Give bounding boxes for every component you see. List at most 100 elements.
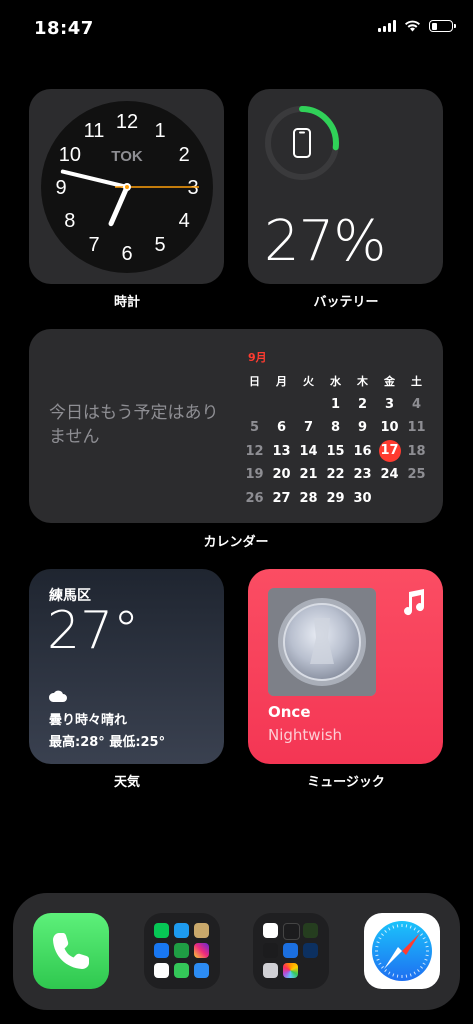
mail-app-icon bbox=[194, 963, 209, 978]
calendar-day: 21 bbox=[299, 467, 318, 483]
calendar-day: 23 bbox=[353, 467, 372, 483]
calendar-day: 27 bbox=[272, 490, 291, 506]
calendar-day: 2 bbox=[357, 396, 368, 412]
calendar-day: 12 bbox=[245, 443, 264, 459]
analog-clock: 12 12 3 45678 9 1011 TOK bbox=[55, 111, 199, 265]
calendar-day: 20 bbox=[272, 467, 291, 483]
photos-app-icon bbox=[283, 963, 298, 978]
mountain-app-icon bbox=[303, 943, 318, 958]
battery-percent: 27% bbox=[264, 209, 386, 274]
weather-label: 天気 bbox=[113, 775, 140, 790]
calendar-day: 9 bbox=[357, 420, 368, 436]
hour-hand bbox=[108, 184, 130, 227]
calendar-widget[interactable]: 今日はもう予定はありません 9月 日月火水木金土 1 2 3 4 5 6 7 8 9 10 11 12 1… bbox=[29, 329, 443, 523]
clock-number: 4 bbox=[179, 210, 190, 232]
album-art[interactable] bbox=[268, 588, 376, 696]
facebook-app-icon bbox=[154, 943, 169, 958]
calendar-label: カレンダー bbox=[203, 535, 269, 550]
calendar-weekday: 木 bbox=[357, 374, 368, 388]
battery-ring bbox=[265, 106, 339, 180]
calendar-day: 13 bbox=[272, 443, 291, 459]
calendar-day: 11 bbox=[407, 420, 426, 436]
app-folder-social[interactable] bbox=[144, 913, 220, 989]
clock-number: 11 bbox=[84, 120, 105, 142]
calendar-day: 24 bbox=[380, 467, 399, 483]
calendar-day: 19 bbox=[245, 467, 264, 483]
calendar-weekday: 水 bbox=[330, 374, 341, 388]
snapseed-app-icon bbox=[263, 923, 278, 938]
cellular-signal-icon bbox=[378, 20, 396, 32]
battery-icon bbox=[429, 20, 456, 32]
calendar-day: 7 bbox=[303, 420, 314, 436]
calendar-day: 3 bbox=[384, 396, 395, 412]
clock-number: 3 bbox=[187, 177, 198, 199]
messages-app-icon bbox=[174, 963, 189, 978]
app-folder-photo[interactable] bbox=[253, 913, 329, 989]
calendar-day: 6 bbox=[276, 420, 287, 436]
calendar-day: 16 bbox=[353, 443, 372, 459]
calendar-day: 30 bbox=[353, 490, 372, 506]
calendar-day: 15 bbox=[326, 443, 345, 459]
album-cover-image bbox=[268, 588, 376, 696]
green-app-icon bbox=[174, 943, 189, 958]
clock-number: 10 bbox=[59, 144, 81, 166]
clock-number: 9 bbox=[55, 177, 66, 199]
calendar-day: 26 bbox=[245, 490, 264, 506]
status-time: 18:47 bbox=[34, 18, 94, 39]
calendar-day: 22 bbox=[326, 467, 345, 483]
status-icons bbox=[378, 20, 456, 32]
clock-number: 2 bbox=[179, 144, 190, 166]
camera-gray-app-icon bbox=[263, 963, 278, 978]
calendar-day: 1 bbox=[330, 396, 341, 412]
files-app-icon bbox=[283, 943, 298, 958]
calendar-weekday: 月 bbox=[276, 374, 287, 388]
calendar-day: 18 bbox=[407, 443, 426, 459]
music-note-icon bbox=[404, 589, 425, 616]
clock-number: 6 bbox=[121, 243, 132, 265]
clock-city: TOK bbox=[111, 148, 143, 165]
calendar-weekday: 金 bbox=[384, 374, 395, 388]
calendar-day: 10 bbox=[380, 420, 399, 436]
clock-number: 1 bbox=[154, 120, 165, 142]
hatena-app-icon bbox=[194, 923, 209, 938]
song-title: Once bbox=[268, 703, 311, 721]
clock-label: 時計 bbox=[113, 295, 140, 310]
instagram-app-icon bbox=[194, 943, 209, 958]
weather-condition: 曇り時々晴れ bbox=[49, 713, 128, 728]
calendar-day: 29 bbox=[326, 490, 345, 506]
calendar-day: 8 bbox=[330, 420, 341, 436]
calendar-month: 9月 bbox=[248, 351, 267, 364]
music-widget[interactable]: Once Nightwish bbox=[248, 569, 443, 764]
clock-widget[interactable]: 12 1 2 3 4 5 6 7 8 9 10 11 TOK bbox=[29, 89, 224, 284]
cloud-icon bbox=[48, 690, 67, 702]
calendar-day: 4 bbox=[411, 396, 422, 412]
calendar-day: 14 bbox=[299, 443, 318, 459]
clock-face: 12 1 2 3 4 5 6 7 8 9 10 11 TOK bbox=[41, 101, 213, 273]
calendar-grid: 日月火水木金土 1 2 3 4 5 6 7 8 9 10 11 12 13 14 15 16 17 18 19 20 21… bbox=[241, 369, 439, 510]
calendar-day: 25 bbox=[407, 467, 426, 483]
calendar-day: 28 bbox=[299, 490, 318, 506]
weather-widget[interactable]: 練馬区 27° 曇り時々晴れ 最高:28° 最低:25° bbox=[29, 569, 224, 764]
clock-number: 8 bbox=[64, 210, 75, 232]
clock-number: 5 bbox=[154, 234, 165, 256]
twitter-app-icon bbox=[174, 923, 189, 938]
clock-number: 7 bbox=[88, 234, 99, 256]
dock bbox=[13, 893, 460, 1010]
compass-app-icon bbox=[154, 963, 169, 978]
phone-icon bbox=[53, 933, 89, 969]
calendar-empty-message: 今日はもう予定はありません bbox=[49, 403, 219, 447]
phone-app-icon[interactable] bbox=[33, 913, 109, 989]
minute-hand bbox=[60, 169, 129, 189]
calendar-weekday: 日 bbox=[249, 374, 260, 388]
leaf-app-icon bbox=[303, 923, 318, 938]
iphone-icon bbox=[293, 128, 311, 158]
dark-app-icon bbox=[263, 943, 278, 958]
safari-app-icon[interactable] bbox=[364, 913, 440, 989]
compass-icon bbox=[372, 921, 432, 981]
battery-widget[interactable]: 27% bbox=[248, 89, 443, 284]
calendar-weekday: 火 bbox=[303, 374, 314, 388]
weather-hi-lo: 最高:28° 最低:25° bbox=[49, 735, 166, 750]
battery-label: バッテリー bbox=[313, 295, 379, 310]
artist-name: Nightwish bbox=[268, 726, 343, 744]
music-label: ミュージック bbox=[307, 775, 385, 790]
